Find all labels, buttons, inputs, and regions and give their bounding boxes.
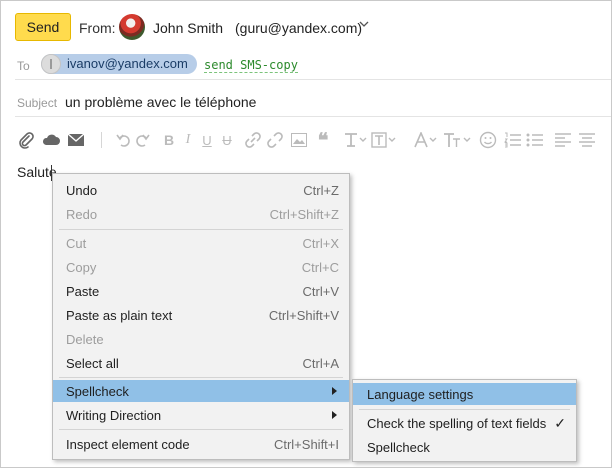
link-icon[interactable] (243, 129, 263, 151)
sender-avatar (119, 14, 145, 40)
recipient-chip[interactable]: ivanov@yandex.com (41, 54, 197, 74)
bold-icon[interactable]: B (161, 129, 177, 151)
menu-item-label: Delete (66, 332, 104, 347)
submenu-arrow-icon (332, 411, 337, 419)
menu-item-label: Check the spelling of text fields (367, 416, 547, 431)
align-center-icon[interactable] (577, 129, 597, 151)
menu-item-label: Paste (66, 284, 100, 299)
menu-item-label: Undo (66, 183, 98, 198)
toolbar-separator (101, 132, 102, 148)
menu-item-undo[interactable]: Undo Ctrl+Z (53, 179, 349, 201)
menu-item-label: Spellcheck (66, 384, 129, 399)
menu-item-shortcut: Ctrl+Shift+V (268, 308, 339, 323)
menu-separator (59, 229, 343, 230)
divider (15, 116, 611, 117)
recipient-email: ivanov@yandex.com (67, 56, 188, 71)
menu-item-shortcut: Ctrl+Shift+I (273, 437, 339, 452)
divider (15, 79, 611, 80)
context-menu: Undo Ctrl+Z Redo Ctrl+Shift+Z Cut Ctrl+X… (52, 173, 350, 460)
menu-item-shortcut: Ctrl+X (302, 236, 339, 251)
quote-icon[interactable]: ❝ (313, 129, 333, 152)
menu-item-delete[interactable]: Delete (53, 328, 349, 350)
to-label: To (17, 59, 30, 73)
menu-separator (59, 429, 343, 430)
menu-item-label: Copy (66, 260, 97, 275)
menu-item-shortcut: Ctrl+A (302, 356, 339, 371)
from-email[interactable]: (guru@yandex.com) (235, 20, 362, 36)
numbered-list-icon[interactable] (503, 129, 523, 151)
image-icon[interactable] (289, 129, 309, 151)
text-block-icon[interactable] (371, 129, 397, 151)
strikethrough-icon[interactable]: U (219, 129, 235, 151)
menu-item-copy[interactable]: Copy Ctrl+C (53, 256, 349, 278)
menu-item-redo[interactable]: Redo Ctrl+Shift+Z (53, 203, 349, 225)
from-label: From: (79, 20, 116, 36)
menu-item-label: Select all (66, 356, 119, 371)
menu-item-label: Writing Direction (66, 408, 162, 423)
font-color-icon[interactable] (413, 129, 439, 151)
send-sms-copy-link[interactable]: send SMS-copy (204, 58, 298, 73)
bullet-list-icon[interactable] (525, 129, 545, 151)
subject-label: Subject (17, 96, 58, 110)
checkmark-icon: ✓ (554, 415, 566, 431)
menu-item-shortcut: Ctrl+Z (303, 183, 339, 198)
submenu-item-check-spelling[interactable]: Check the spelling of text fields ✓ (353, 412, 576, 434)
attach-icon[interactable] (15, 129, 37, 151)
submenu-arrow-icon (332, 387, 337, 395)
submenu-item-spellcheck[interactable]: Spellcheck (353, 436, 576, 458)
chevron-down-icon[interactable] (359, 19, 369, 29)
compose-window: Send From: John Smith (guru@yandex.com) … (0, 0, 612, 468)
menu-separator (359, 409, 570, 410)
menu-item-shortcut: Ctrl+C (301, 260, 339, 275)
menu-item-inspect[interactable]: Inspect element code Ctrl+Shift+I (53, 433, 349, 455)
recipient-avatar-icon (41, 54, 61, 74)
menu-separator (59, 377, 343, 378)
redo-icon[interactable] (133, 129, 151, 151)
unlink-icon[interactable] (265, 129, 285, 151)
undo-icon[interactable] (115, 129, 133, 151)
menu-item-label: Spellcheck (367, 440, 430, 455)
underline-icon[interactable]: U (199, 129, 215, 151)
menu-item-writing-direction[interactable]: Writing Direction (53, 404, 349, 426)
text-style-icon[interactable] (343, 129, 369, 151)
menu-item-select-all[interactable]: Select all Ctrl+A (53, 352, 349, 374)
submenu-item-language-settings[interactable]: Language settings (353, 383, 576, 405)
font-size-icon[interactable] (443, 129, 473, 151)
align-left-icon[interactable] (553, 129, 573, 151)
menu-item-paste-plain-text[interactable]: Paste as plain text Ctrl+Shift+V (53, 304, 349, 326)
menu-item-label: Language settings (367, 387, 474, 402)
menu-item-paste[interactable]: Paste Ctrl+V (53, 280, 349, 302)
emoji-icon[interactable] (477, 129, 499, 151)
menu-item-shortcut: Ctrl+Shift+Z (269, 207, 339, 222)
menu-item-spellcheck[interactable]: Spellcheck (53, 380, 349, 402)
send-button[interactable]: Send (15, 13, 71, 41)
envelope-icon[interactable] (65, 129, 87, 151)
menu-item-label: Inspect element code (66, 437, 190, 452)
subject-input[interactable]: un problème avec le téléphone (65, 94, 256, 110)
menu-item-label: Redo (66, 207, 98, 222)
menu-item-shortcut: Ctrl+V (302, 284, 339, 299)
from-name[interactable]: John Smith (153, 20, 223, 36)
italic-icon[interactable]: I (181, 129, 195, 151)
menu-item-label: Cut (66, 236, 87, 251)
spellcheck-submenu: Language settings Check the spelling of … (352, 379, 577, 462)
formatting-toolbar: B I U U ❝ (15, 129, 611, 152)
cloud-icon[interactable] (39, 129, 63, 151)
menu-item-cut[interactable]: Cut Ctrl+X (53, 232, 349, 254)
menu-item-label: Paste as plain text (66, 308, 173, 323)
